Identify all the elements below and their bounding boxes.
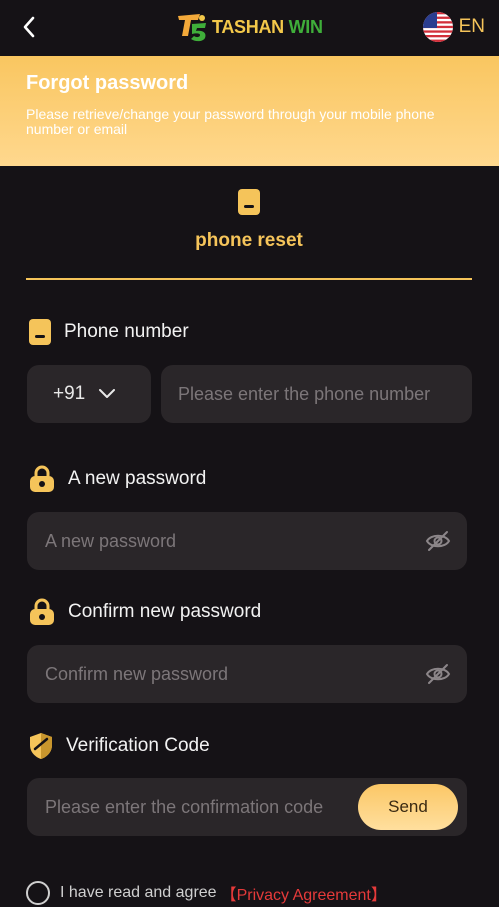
send-code-button[interactable]: Send (358, 784, 458, 830)
tab-label: phone reset (195, 230, 303, 251)
logo-word-win: WIN (288, 16, 323, 37)
back-button[interactable] (14, 12, 44, 42)
new-password-input[interactable] (45, 530, 423, 552)
toggle-confirm-password-visibility-button[interactable] (423, 659, 453, 689)
lock-icon (30, 465, 54, 492)
logo-word-tashan: TASHAN (212, 16, 284, 37)
header-banner: Forgot password Please retrieve/change y… (0, 56, 499, 166)
confirm-password-label: Confirm new password (28, 597, 261, 627)
agreement-text: I have read and agree (60, 884, 217, 901)
new-password-field (27, 512, 467, 570)
language-selector[interactable]: EN (422, 12, 485, 42)
chevron-left-icon (23, 16, 35, 38)
country-code-select[interactable]: +91 (27, 365, 151, 423)
shield-icon (30, 733, 52, 759)
phone-icon (238, 189, 260, 215)
confirm-password-input[interactable] (45, 663, 423, 685)
page-title: Forgot password (26, 72, 189, 94)
verification-code-field: Send (27, 778, 467, 836)
tab-phone-reset[interactable]: phone reset (26, 188, 472, 280)
top-bar: TASHAN WIN EN (0, 0, 499, 56)
logo-mark-icon (178, 14, 206, 42)
eye-off-icon (425, 664, 451, 684)
phone-icon (29, 319, 51, 345)
verification-code-label: Verification Code (28, 731, 210, 761)
lock-icon (30, 598, 54, 625)
agreement-row: I have read and agree 【Privacy Agreement… (26, 880, 387, 906)
verification-code-input[interactable] (45, 796, 358, 818)
eye-off-icon (425, 531, 451, 551)
verification-code-label-text: Verification Code (66, 735, 210, 756)
country-code-value: +91 (53, 383, 86, 404)
toggle-password-visibility-button[interactable] (423, 526, 453, 556)
phone-number-label-text: Phone number (64, 321, 189, 342)
chevron-down-icon (99, 389, 116, 398)
new-password-label-text: A new password (68, 468, 207, 489)
confirm-password-label-text: Confirm new password (68, 601, 262, 622)
us-flag-icon (422, 12, 453, 42)
confirm-password-field (27, 645, 467, 703)
phone-number-input[interactable] (178, 383, 472, 405)
page-subtitle: Please retrieve/change your password thr… (26, 106, 435, 137)
app-logo: TASHAN WIN (176, 9, 323, 45)
privacy-agreement-link[interactable]: 【Privacy Agreement】 (221, 881, 387, 905)
agree-checkbox[interactable] (26, 881, 50, 905)
language-code: EN (458, 16, 485, 37)
phone-number-label: Phone number (28, 317, 189, 347)
new-password-label: A new password (28, 464, 206, 494)
phone-number-field (161, 365, 472, 423)
